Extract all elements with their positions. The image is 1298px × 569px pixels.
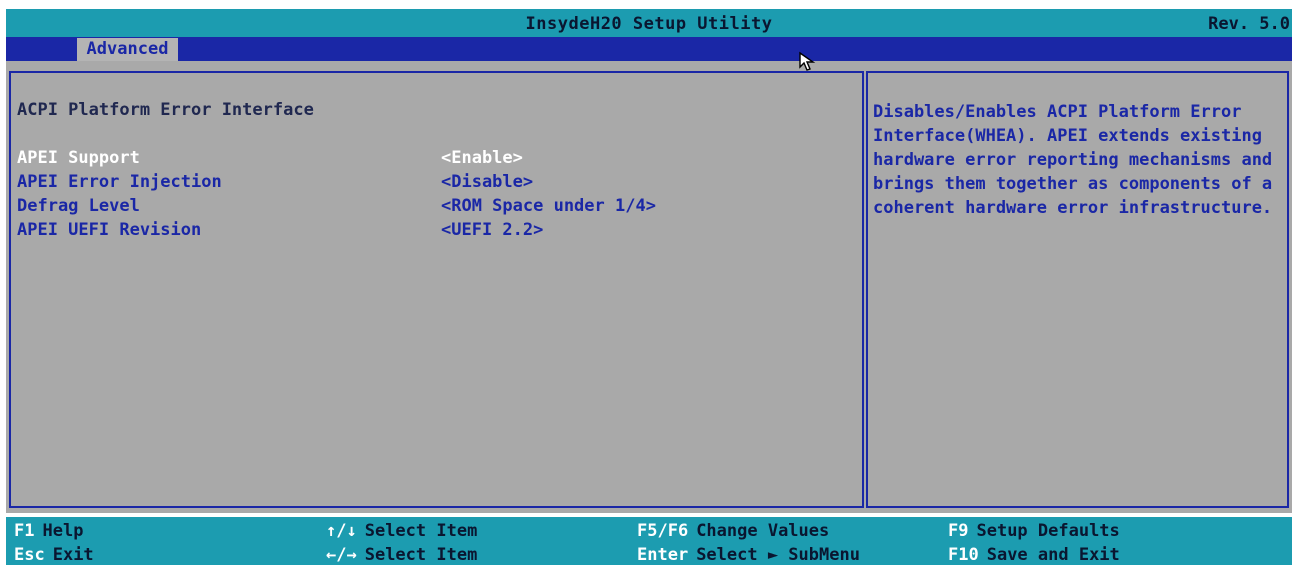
key-hint-select-item-vertical: ↑/↓ Select Item (326, 521, 477, 545)
settings-pane: ACPI Platform Error Interface APEI Suppo… (9, 71, 864, 508)
setting-row-apei-uefi-revision[interactable]: APEI UEFI Revision <UEFI 2.2> (17, 220, 847, 244)
setting-row-apei-error-injection[interactable]: APEI Error Injection <Disable> (17, 172, 847, 196)
setting-label: Defrag Level (17, 196, 140, 216)
key-description: Exit (52, 545, 94, 565)
key-description: Help (42, 521, 84, 541)
tab-bar: Advanced (6, 37, 1292, 61)
key-label: ←/→ (326, 545, 357, 565)
key-legend-bar: F1 Help Esc Exit ↑/↓ Select Item ←/→ Select … (6, 517, 1292, 565)
key-hint-select-submenu: Enter Select ► SubMenu (637, 545, 860, 569)
key-description: Select ► SubMenu (696, 545, 860, 565)
setting-label: APEI UEFI Revision (17, 220, 202, 240)
key-description: Select Item (364, 521, 478, 541)
help-text: Disables/Enables ACPI Platform Error Int… (873, 102, 1273, 218)
key-hint-change-values: F5/F6 Change Values (637, 521, 829, 545)
key-label: Enter (637, 545, 689, 565)
key-hint-select-item-horizontal: ←/→ Select Item (326, 545, 477, 569)
key-label: Esc (14, 545, 45, 565)
section-title: ACPI Platform Error Interface (17, 100, 314, 120)
key-label: F9 (948, 521, 969, 541)
key-hint-setup-defaults: F9 Setup Defaults (948, 521, 1120, 545)
tab-advanced[interactable]: Advanced (77, 38, 178, 61)
key-label: F5/F6 (637, 521, 689, 541)
setting-value[interactable]: <Enable> (441, 148, 523, 168)
setup-panel: ACPI Platform Error Interface APEI Suppo… (6, 61, 1292, 513)
key-description: Setup Defaults (976, 521, 1120, 541)
key-hint-help: F1 Help (14, 521, 83, 545)
key-description: Change Values (696, 521, 830, 541)
key-label: ↑/↓ (326, 521, 357, 541)
key-hint-save-exit: F10 Save and Exit (948, 545, 1120, 569)
setting-row-defrag-level[interactable]: Defrag Level <ROM Space under 1/4> (17, 196, 847, 220)
mouse-pointer-icon (799, 51, 816, 71)
setting-label: APEI Error Injection (17, 172, 222, 192)
setting-row-apei-support[interactable]: APEI Support <Enable> (17, 148, 847, 172)
key-description: Select Item (364, 545, 478, 565)
key-hint-exit: Esc Exit (14, 545, 94, 569)
key-label: F1 (14, 521, 35, 541)
app-title: InsydeH20 Setup Utility (525, 14, 773, 34)
revision-label: Rev. 5.0 (1208, 14, 1290, 34)
setting-label: APEI Support (17, 148, 140, 168)
help-pane: Disables/Enables ACPI Platform Error Int… (866, 71, 1289, 508)
key-label: F10 (948, 545, 979, 565)
key-description: Save and Exit (986, 545, 1120, 565)
title-bar: InsydeH20 Setup Utility Rev. 5.0 (6, 9, 1292, 37)
setting-value[interactable]: <ROM Space under 1/4> (441, 196, 656, 216)
setting-value[interactable]: <UEFI 2.2> (441, 220, 543, 240)
setting-value[interactable]: <Disable> (441, 172, 533, 192)
